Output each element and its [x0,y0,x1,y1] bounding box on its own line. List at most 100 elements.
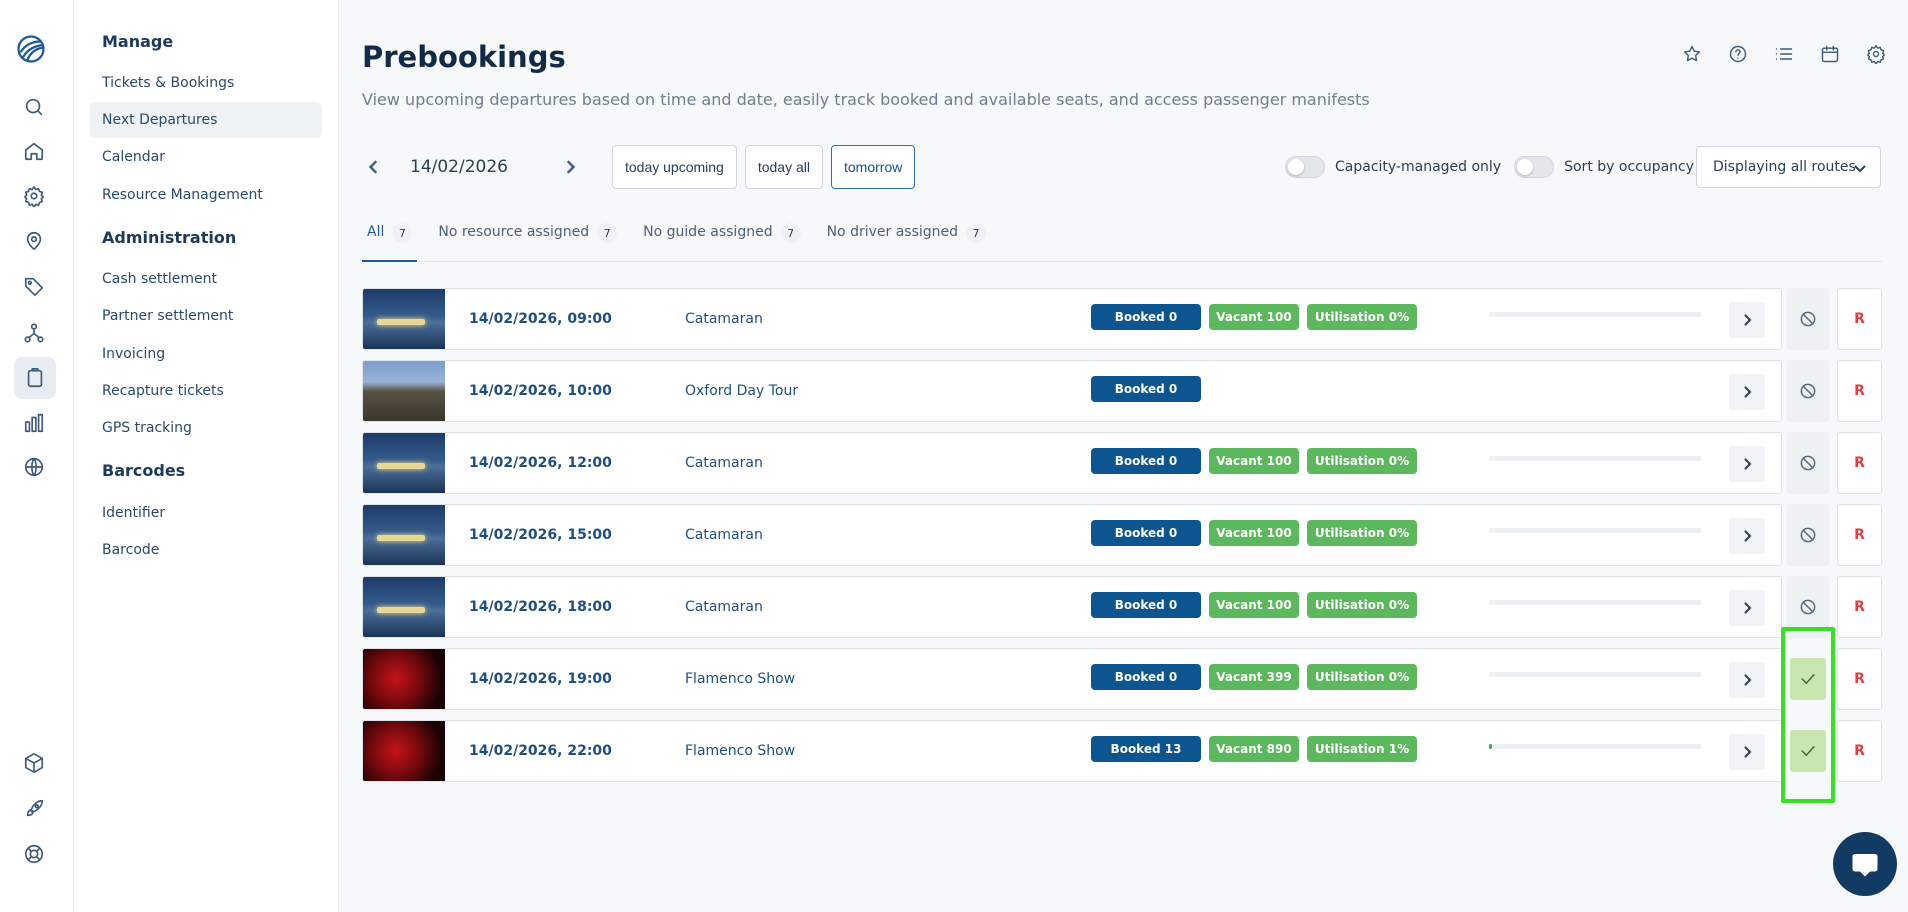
menu-item-partner-settlement[interactable]: Partner settlement [90,298,322,334]
open-departure-button[interactable] [1729,662,1765,698]
confirm-departure-button[interactable] [1790,730,1826,772]
row-r-button[interactable]: R [1837,720,1882,782]
calendar-icon[interactable] [1818,42,1842,66]
location-user-icon[interactable] [19,226,49,256]
menu-item-cash-settlement[interactable]: Cash settlement [90,261,322,297]
menu-item-resource-management[interactable]: Resource Management [90,177,322,213]
tab-count: 7 [597,223,618,243]
occupancy-badges: Booked 0 Vacant 100 Utilisation 0% [1091,520,1417,546]
cube-icon[interactable] [19,748,49,778]
gear-icon[interactable] [19,181,49,211]
tomorrow-button[interactable]: tomorrow [831,145,916,189]
row-r-button[interactable]: R [1837,648,1882,710]
next-date-button[interactable] [558,155,582,179]
block-icon [1800,527,1816,543]
sort-by-occupancy-toggle[interactable] [1514,156,1555,178]
departure-thumbnail [363,577,445,637]
menu-item-barcode[interactable]: Barcode [90,532,322,568]
cancel-departure-button[interactable] [1787,288,1829,350]
departure-row[interactable]: 14/02/2026, 15:00 Catamaran Booked 0 Vacant… [362,504,1782,566]
list-icon[interactable] [1772,42,1796,66]
today-upcoming-button[interactable]: today upcoming [612,145,737,189]
departure-row[interactable]: 14/02/2026, 10:00 Oxford Day Tour Booked 0 [362,360,1782,422]
tag-icon[interactable] [19,271,49,301]
cancel-departure-button[interactable] [1787,504,1829,566]
menu-section-administration: Administration [102,228,237,247]
departure-row[interactable]: 14/02/2026, 12:00 Catamaran Booked 0 Vacant… [362,432,1782,494]
confirm-departure-button[interactable] [1790,658,1826,700]
chat-button[interactable] [1833,832,1897,896]
tab-label: No driver assigned [826,224,959,240]
menu-item-invoicing[interactable]: Invoicing [90,336,322,372]
departure-product[interactable]: Catamaran [685,455,763,471]
departure-product[interactable]: Flamenco Show [685,671,795,687]
departure-product[interactable]: Catamaran [685,599,763,615]
tab-all[interactable]: All 7 [362,220,418,262]
row-r-button[interactable]: R [1837,288,1882,350]
routes-dropdown[interactable]: Displaying all routes [1696,146,1881,188]
lifebuoy-icon[interactable] [19,839,49,869]
departure-row[interactable]: 14/02/2026, 22:00 Flamenco Show Booked 13 V… [362,720,1782,782]
tab-no-driver[interactable]: No driver assigned 7 [822,220,991,262]
cancel-departure-button[interactable] [1787,360,1829,422]
departure-row[interactable]: 14/02/2026, 19:00 Flamenco Show Booked 0 Va… [362,648,1782,710]
menu-item-identifier[interactable]: Identifier [90,495,322,531]
cancel-departure-button[interactable] [1787,576,1829,638]
departure-product[interactable]: Catamaran [685,311,763,327]
departure-product[interactable]: Flamenco Show [685,743,795,759]
utilisation-badge: Utilisation 0% [1307,592,1417,618]
main-content: Prebookings View upcoming departures bas… [339,0,1908,912]
departure-product[interactable]: Catamaran [685,527,763,543]
departure-row[interactable]: 14/02/2026, 18:00 Catamaran Booked 0 Vacant… [362,576,1782,638]
menu-item-recapture-tickets[interactable]: Recapture tickets [90,373,322,409]
menu-item-next-departures[interactable]: Next Departures [90,102,322,138]
rocket-icon[interactable] [19,794,49,824]
open-departure-button[interactable] [1729,302,1765,338]
departure-time[interactable]: 14/02/2026, 12:00 [469,455,612,471]
clipboard-icon[interactable] [14,357,56,399]
help-icon[interactable] [1726,42,1750,66]
tab-count: 7 [392,223,413,243]
departure-time[interactable]: 14/02/2026, 18:00 [469,599,612,615]
search-icon[interactable] [19,92,49,122]
prev-date-button[interactable] [362,155,386,179]
departure-time[interactable]: 14/02/2026, 09:00 [469,311,612,327]
departure-row[interactable]: 14/02/2026, 09:00 Catamaran Booked 0 Vacant… [362,288,1782,350]
departure-time[interactable]: 14/02/2026, 19:00 [469,671,612,687]
home-icon[interactable] [19,136,49,166]
menu-item-calendar[interactable]: Calendar [90,139,322,175]
menu-section-manage: Manage [102,32,174,51]
chevron-right-icon [1744,746,1752,758]
row-r-button[interactable]: R [1837,360,1882,422]
today-all-button[interactable]: today all [744,145,823,189]
bar-chart-icon[interactable] [19,408,49,438]
tab-no-guide[interactable]: No guide assigned 7 [638,220,805,262]
star-icon[interactable] [1680,42,1704,66]
utilisation-bar [1489,456,1701,461]
row-r-button[interactable]: R [1837,432,1882,494]
capacity-managed-toggle[interactable] [1285,156,1325,178]
departure-thumbnail [363,649,445,709]
open-departure-button[interactable] [1729,374,1765,410]
open-departure-button[interactable] [1729,446,1765,482]
menu-item-gps-tracking[interactable]: GPS tracking [90,410,322,446]
row-r-button[interactable]: R [1837,576,1882,638]
open-departure-button[interactable] [1729,590,1765,626]
network-icon[interactable] [19,318,49,348]
departure-time[interactable]: 14/02/2026, 15:00 [469,527,612,543]
cancel-departure-button[interactable] [1787,432,1829,494]
settings-gear-icon[interactable] [1864,42,1888,66]
row-r-button[interactable]: R [1837,504,1882,566]
menu-item-tickets-bookings[interactable]: Tickets & Bookings [90,65,322,101]
departure-product[interactable]: Oxford Day Tour [685,383,798,399]
tab-label: No resource assigned [438,224,590,240]
departure-time[interactable]: 14/02/2026, 22:00 [469,743,612,759]
tab-no-resource[interactable]: No resource assigned 7 [433,220,622,262]
date-navigation: 14/02/2026 today upcoming today all tomo… [362,145,923,189]
open-departure-button[interactable] [1729,518,1765,554]
globe-icon[interactable] [19,452,49,482]
logo-icon[interactable] [16,34,46,64]
open-departure-button[interactable] [1729,734,1765,770]
chevron-right-icon [1744,674,1752,686]
departure-time[interactable]: 14/02/2026, 10:00 [469,383,612,399]
